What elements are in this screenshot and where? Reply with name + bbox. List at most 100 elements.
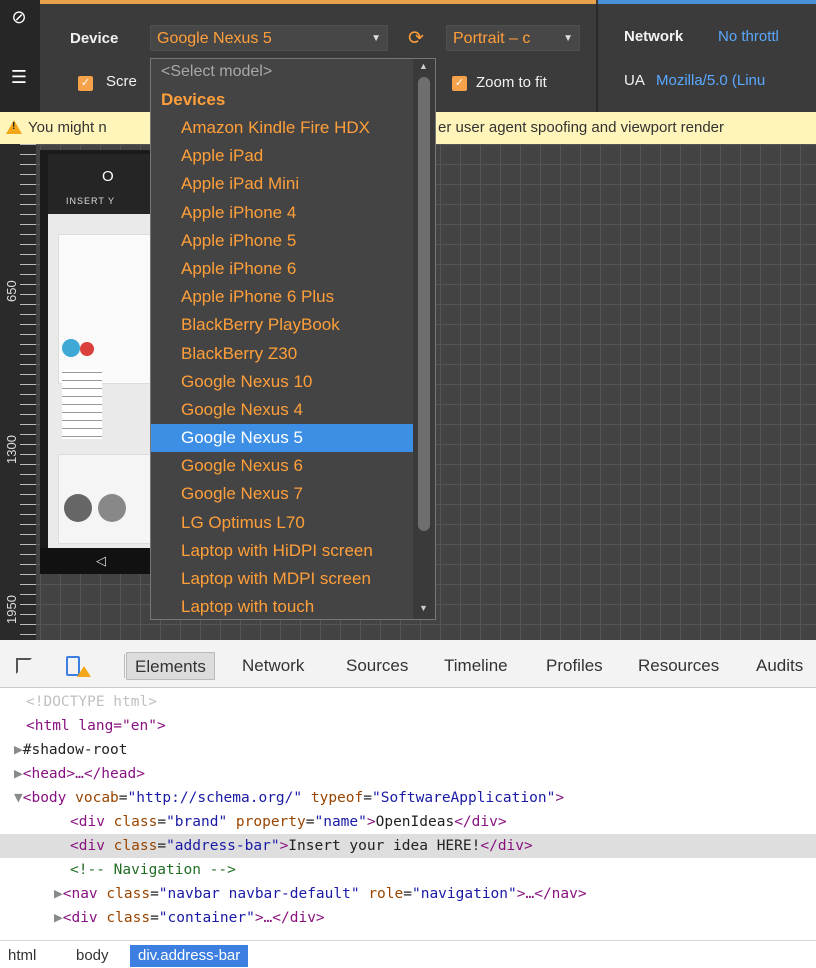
chevron-down-icon: ▼ — [563, 33, 573, 44]
expand-triangle-icon[interactable]: ▶ — [14, 766, 23, 782]
zoom-to-fit-checkbox[interactable]: ✓ — [452, 76, 467, 91]
tab-audits[interactable]: Audits — [756, 652, 803, 680]
device-mode-icon[interactable] — [66, 656, 91, 677]
tab-resources[interactable]: Resources — [638, 652, 719, 680]
chevron-down-icon: ▼ — [371, 33, 381, 44]
tab-sources[interactable]: Sources — [346, 652, 408, 680]
expand-triangle-icon[interactable]: ▶ — [54, 910, 63, 926]
dropdown-option[interactable]: BlackBerry Z30 — [151, 340, 415, 368]
dropdown-option[interactable]: Google Nexus 5 — [151, 424, 415, 453]
attr-value: "brand" — [166, 814, 228, 830]
tab-divider — [124, 654, 125, 678]
tab-elements[interactable]: Elements — [126, 652, 215, 680]
tab-network[interactable]: Network — [242, 652, 304, 680]
scrollbar-thumb[interactable] — [418, 77, 430, 531]
tree-address-bar-selected[interactable]: <div class="address-bar">Insert your ide… — [0, 834, 816, 858]
ruler-label: 1950 — [4, 595, 19, 624]
elements-tree: <!DOCTYPE html> <html lang="en"> ▶#shado… — [0, 690, 816, 940]
node-text: OpenIdeas — [375, 814, 455, 830]
dropdown-placeholder: <Select model> — [161, 63, 273, 80]
settings-tune-icon[interactable]: ☰ — [8, 66, 30, 88]
disable-emulation-icon[interactable]: ⊘ — [8, 6, 30, 28]
tree-html[interactable]: <html lang="en"> — [26, 714, 816, 738]
screen-checkbox[interactable]: ✓ — [78, 76, 93, 91]
attr-value: "address-bar" — [166, 838, 280, 854]
expand-triangle-icon[interactable]: ▶ — [54, 886, 63, 902]
breadcrumb-body[interactable]: body — [76, 945, 109, 967]
collapse-triangle-icon[interactable]: ▼ — [14, 790, 23, 806]
network-label: Network — [624, 28, 684, 45]
tree-nav[interactable]: ▶<nav class="navbar navbar-default" role… — [54, 882, 816, 906]
attr-name: role — [368, 886, 404, 902]
attr-name: class — [113, 838, 158, 854]
orientation-select-value: Portrait – c — [453, 30, 531, 47]
dropdown-option[interactable]: Apple iPhone 4 — [151, 199, 415, 227]
dropdown-option[interactable]: Laptop with HiDPI screen — [151, 537, 415, 565]
network-section-indicator — [598, 0, 816, 4]
ruler-label: 650 — [4, 280, 19, 302]
breadcrumb-address-bar[interactable]: div.address-bar — [130, 945, 249, 967]
dropdown-option[interactable]: Apple iPhone 5 — [151, 227, 415, 255]
warning-text-start: You might n — [28, 119, 107, 136]
dropdown-scrollbar[interactable]: ▲ ▼ — [413, 59, 435, 619]
attr-value: "name" — [314, 814, 367, 830]
tree-shadow-root[interactable]: ▶#shadow-root — [14, 738, 816, 762]
doctype-text: <!DOCTYPE html> — [26, 694, 157, 710]
dropdown-group-header: Devices — [161, 90, 226, 109]
attr-value: "container" — [158, 910, 255, 926]
dropdown-option[interactable]: LG Optimus L70 — [151, 509, 415, 537]
tab-profiles[interactable]: Profiles — [546, 652, 603, 680]
dropdown-option[interactable]: Apple iPad — [151, 142, 415, 170]
tree-body[interactable]: ▼<body vocab="http://schema.org/" typeof… — [14, 786, 816, 810]
attr-value: "navigation" — [411, 886, 517, 902]
avatar — [98, 494, 126, 522]
scroll-down-icon[interactable]: ▼ — [419, 603, 428, 613]
dropdown-option[interactable]: Apple iPhone 6 Plus — [151, 283, 415, 311]
device-select[interactable]: Google Nexus 5 ▼ — [150, 25, 388, 51]
user-agent-input[interactable]: Mozilla/5.0 (Linu — [656, 72, 765, 89]
dropdown-option[interactable]: Google Nexus 6 — [151, 452, 415, 480]
tree-brand[interactable]: <div class="brand" property="name">OpenI… — [70, 810, 816, 834]
dropdown-option[interactable]: Laptop with touch — [151, 593, 415, 619]
dropdown-option[interactable]: Google Nexus 4 — [151, 396, 415, 424]
breadcrumb: html body div.address-bar — [0, 940, 816, 968]
warning-text-end: er user agent spoofing and viewport rend… — [438, 119, 725, 136]
breadcrumb-html[interactable]: html — [8, 945, 36, 967]
scroll-up-icon[interactable]: ▲ — [419, 61, 428, 71]
preview-paragraph — [62, 369, 102, 439]
tree-doctype[interactable]: <!DOCTYPE html> — [26, 690, 816, 714]
tag-name: div — [78, 814, 105, 830]
dropdown-option[interactable]: Amazon Kindle Fire HDX — [151, 114, 415, 142]
tree-container[interactable]: ▶<div class="container">…</div> — [54, 906, 816, 930]
dropdown-list: Amazon Kindle Fire HDX Apple iPad Apple iP… — [151, 114, 415, 619]
dropdown-option[interactable]: Google Nexus 7 — [151, 480, 415, 508]
expand-triangle-icon[interactable]: ▶ — [14, 742, 23, 758]
device-label: Device — [70, 30, 119, 47]
dropdown-option[interactable]: Laptop with MDPI screen — [151, 565, 415, 593]
attr-value: "navbar navbar-default" — [158, 886, 360, 902]
rotate-icon[interactable]: ⟳ — [408, 27, 424, 50]
vertical-ruler: 650 1300 1950 — [0, 144, 36, 640]
orientation-select[interactable]: Portrait – c ▼ — [446, 25, 580, 51]
attr-value: "http://schema.org/" — [127, 790, 303, 806]
inspect-element-icon[interactable] — [16, 658, 32, 674]
dropdown-option[interactable]: Google Nexus 10 — [151, 368, 415, 396]
tag-name: div — [71, 910, 98, 926]
network-throttle-select[interactable]: No throttl — [718, 28, 779, 45]
tab-timeline[interactable]: Timeline — [444, 652, 508, 680]
attr-name: class — [106, 910, 151, 926]
ruler-label: 1300 — [4, 435, 19, 464]
dropdown-option[interactable]: BlackBerry PlayBook — [151, 311, 415, 339]
tree-comment[interactable]: <!-- Navigation --> — [70, 858, 816, 882]
tree-head[interactable]: ▶<head>…</head> — [14, 762, 816, 786]
device-model-dropdown[interactable]: <Select model> Devices Amazon Kindle Fir… — [150, 58, 436, 620]
attr-name: class — [113, 814, 158, 830]
shadow-root-text: #shadow-root — [22, 742, 128, 758]
preview-illustration — [80, 342, 94, 356]
device-select-value: Google Nexus 5 — [157, 30, 272, 47]
zoom-to-fit-label: Zoom to fit — [476, 74, 547, 91]
dropdown-option[interactable]: Apple iPhone 6 — [151, 255, 415, 283]
comment-text: <!-- Navigation --> — [70, 862, 236, 878]
dropdown-option[interactable]: Apple iPad Mini — [151, 170, 415, 198]
head-tag-text: <head>…</head> — [22, 766, 145, 782]
